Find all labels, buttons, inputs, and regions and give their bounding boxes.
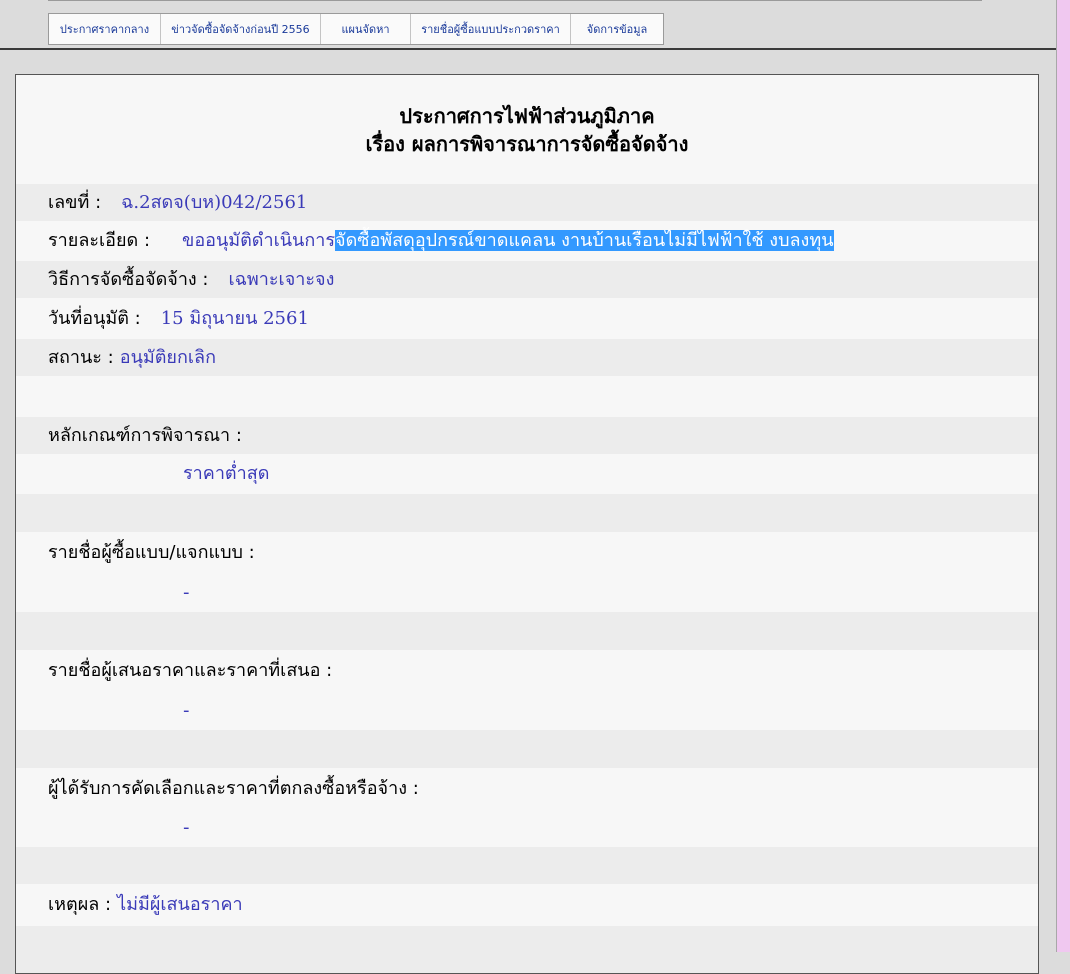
row-buyers-label: รายชื่อผู้ซื้อแบบ/แจกแบบ : xyxy=(16,532,1038,574)
top-divider xyxy=(48,0,982,1)
bidders-label: รายชื่อผู้เสนอราคาและราคาที่เสนอ : xyxy=(48,660,333,681)
approve-date-value: 15 มิถุนายน 2561 xyxy=(160,307,309,329)
criteria-label: หลักเกณฑ์การพิจารณา : xyxy=(48,424,242,446)
row-winner-label: ผู้ได้รับการคัดเลือกและราคาที่ตกลงซื้อหร… xyxy=(16,768,1038,809)
detail-value: ขออนุมัติดำเนินการจัดซื้อพัสดุอุปกรณ์ขาด… xyxy=(182,229,834,253)
row-reason: เหตุผล : ไม่มีผู้เสนอราคา xyxy=(16,884,1038,926)
nav-bar: ประกาศราคากลาง ข่าวจัดซื้อจัดจ้างก่อนปี … xyxy=(48,13,664,45)
winner-label: ผู้ได้รับการคัดเลือกและราคาที่ตกลงซื้อหร… xyxy=(48,777,419,799)
status-value: อนุมัติยกเลิก xyxy=(119,346,216,368)
row-criteria-value: ราคาต่ำสุด xyxy=(16,454,1038,494)
nav-item-manage-data[interactable]: จัดการข้อมูล xyxy=(571,14,663,44)
row-buyers-value: - xyxy=(16,574,1038,612)
scrollbar-track[interactable] xyxy=(1056,0,1070,952)
row-winner-value: - xyxy=(16,809,1038,847)
row-status: สถานะ : อนุมัติยกเลิก xyxy=(16,339,1038,376)
row-spacer-6 xyxy=(16,926,1038,973)
nav-item-bid-document-buyers[interactable]: รายชื่อผู้ซื้อแบบประกวดราคา xyxy=(411,14,571,44)
row-number: เลขที่ : ฉ.2สดจ(บห)042/2561 xyxy=(16,184,1038,221)
bidders-value: - xyxy=(183,700,190,721)
row-detail: รายละเอียด : ขออนุมัติดำเนินการจัดซื้อพั… xyxy=(16,221,1038,261)
approve-date-label: วันที่อนุมัติ : xyxy=(48,307,141,329)
number-label: เลขที่ : xyxy=(48,191,102,213)
winner-value: - xyxy=(183,817,190,838)
criteria-value: ราคาต่ำสุด xyxy=(183,463,270,484)
status-label: สถานะ : xyxy=(48,346,114,368)
row-spacer-3 xyxy=(16,612,1038,650)
row-bidders-value: - xyxy=(16,692,1038,730)
row-spacer-2 xyxy=(16,494,1038,532)
announcement-panel: ประกาศการไฟฟ้าส่วนภูมิภาค เรื่อง ผลการพิ… xyxy=(15,74,1039,974)
row-spacer-1 xyxy=(16,376,1038,417)
row-spacer-5 xyxy=(16,847,1038,884)
row-criteria-label: หลักเกณฑ์การพิจารณา : xyxy=(16,417,1038,454)
row-spacer-4 xyxy=(16,730,1038,768)
row-approve-date: วันที่อนุมัติ : 15 มิถุนายน 2561 xyxy=(16,298,1038,339)
buyers-value: - xyxy=(183,582,190,603)
row-method: วิธีการจัดซื้อจัดจ้าง : เฉพาะเจาะจง xyxy=(16,261,1038,298)
header-divider xyxy=(0,48,1056,50)
nav-item-old-procurement-news[interactable]: ข่าวจัดซื้อจัดจ้างก่อนปี 2556 xyxy=(161,14,321,44)
row-bidders-label: รายชื่อผู้เสนอราคาและราคาที่เสนอ : xyxy=(16,650,1038,692)
detail-label: รายละเอียด : xyxy=(48,230,151,251)
announcement-title: ประกาศการไฟฟ้าส่วนภูมิภาค xyxy=(399,104,655,128)
announcement-subject: เรื่อง ผลการพิจารณาการจัดซื้อจัดจ้าง xyxy=(365,132,689,156)
detail-value-plain: ขออนุมัติดำเนินการ xyxy=(182,230,336,251)
reason-value: ไม่มีผู้เสนอราคา xyxy=(117,894,243,915)
number-value: ฉ.2สดจ(บห)042/2561 xyxy=(121,191,308,213)
method-label: วิธีการจัดซื้อจัดจ้าง : xyxy=(48,268,209,290)
method-value: เฉพาะเจาะจง xyxy=(228,268,335,290)
nav-item-procurement-plan[interactable]: แผนจัดหา xyxy=(321,14,411,44)
reason-label: เหตุผล : xyxy=(48,894,112,915)
buyers-label: รายชื่อผู้ซื้อแบบ/แจกแบบ : xyxy=(48,542,255,563)
detail-value-selected: จัดซื้อพัสดุอุปกรณ์ขาดแคลน งานบ้านเรือนไ… xyxy=(335,230,834,251)
nav-item-median-price[interactable]: ประกาศราคากลาง xyxy=(49,14,161,44)
